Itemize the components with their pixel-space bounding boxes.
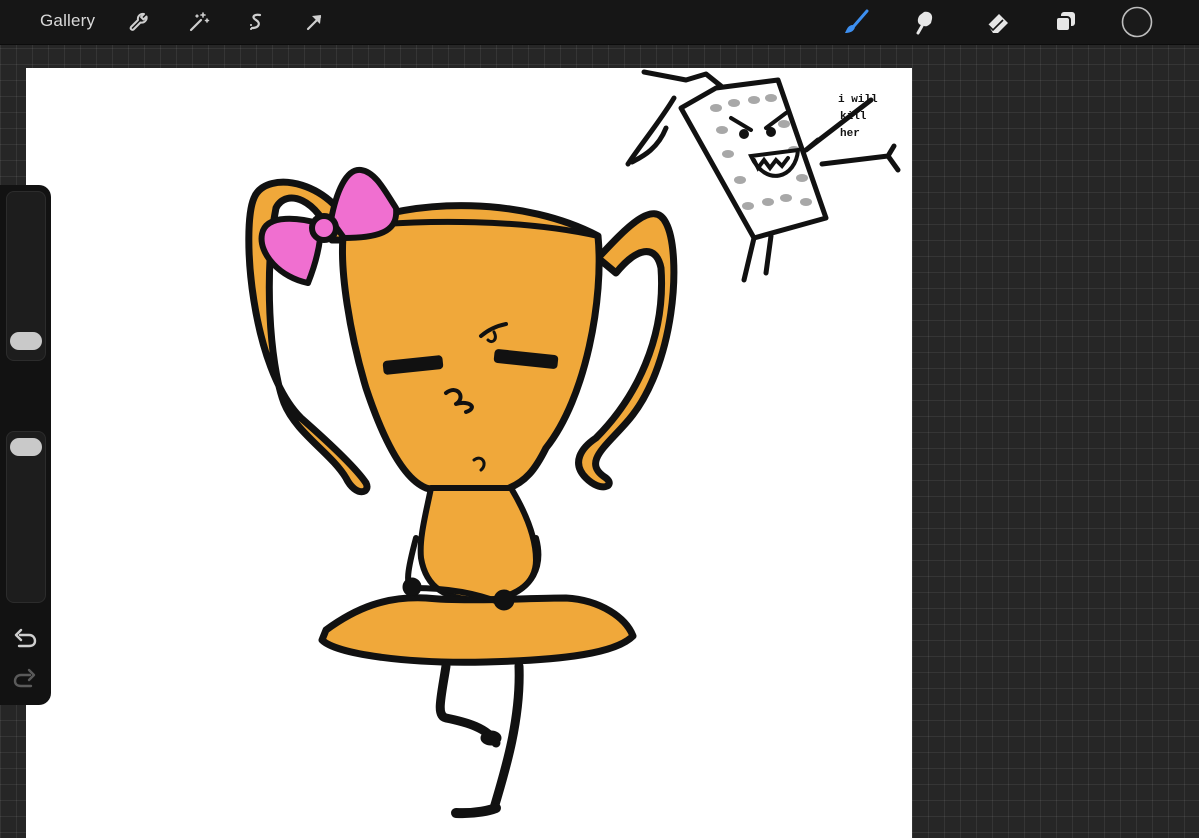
magic-wand-icon[interactable] — [184, 8, 212, 36]
artwork: i will kill her — [245, 69, 901, 819]
svg-text:kill: kill — [840, 111, 867, 123]
doodle-text: i will kill her — [838, 94, 878, 140]
undo-button[interactable] — [12, 627, 38, 649]
brush-icon[interactable] — [842, 8, 870, 36]
selection-icon[interactable] — [242, 8, 270, 36]
opacity-thumb[interactable] — [10, 438, 42, 456]
color-swatch[interactable] — [1121, 6, 1153, 38]
svg-text:i will: i will — [838, 94, 878, 106]
redo-button[interactable] — [12, 667, 38, 689]
layers-icon[interactable] — [1052, 8, 1080, 36]
transform-arrow-icon[interactable] — [300, 8, 328, 36]
wrench-icon[interactable] — [124, 8, 152, 36]
smudge-icon[interactable] — [912, 8, 940, 36]
side-controls — [0, 185, 51, 705]
gallery-button[interactable]: Gallery — [40, 11, 95, 31]
brush-size-slider[interactable] — [6, 191, 46, 361]
opacity-slider[interactable] — [6, 431, 46, 603]
drawing-canvas[interactable]: i will kill her — [26, 68, 912, 838]
svg-text:her: her — [840, 128, 860, 140]
brush-size-thumb[interactable] — [10, 332, 42, 350]
eraser-icon[interactable] — [984, 8, 1012, 36]
top-toolbar: Gallery — [0, 0, 1199, 45]
